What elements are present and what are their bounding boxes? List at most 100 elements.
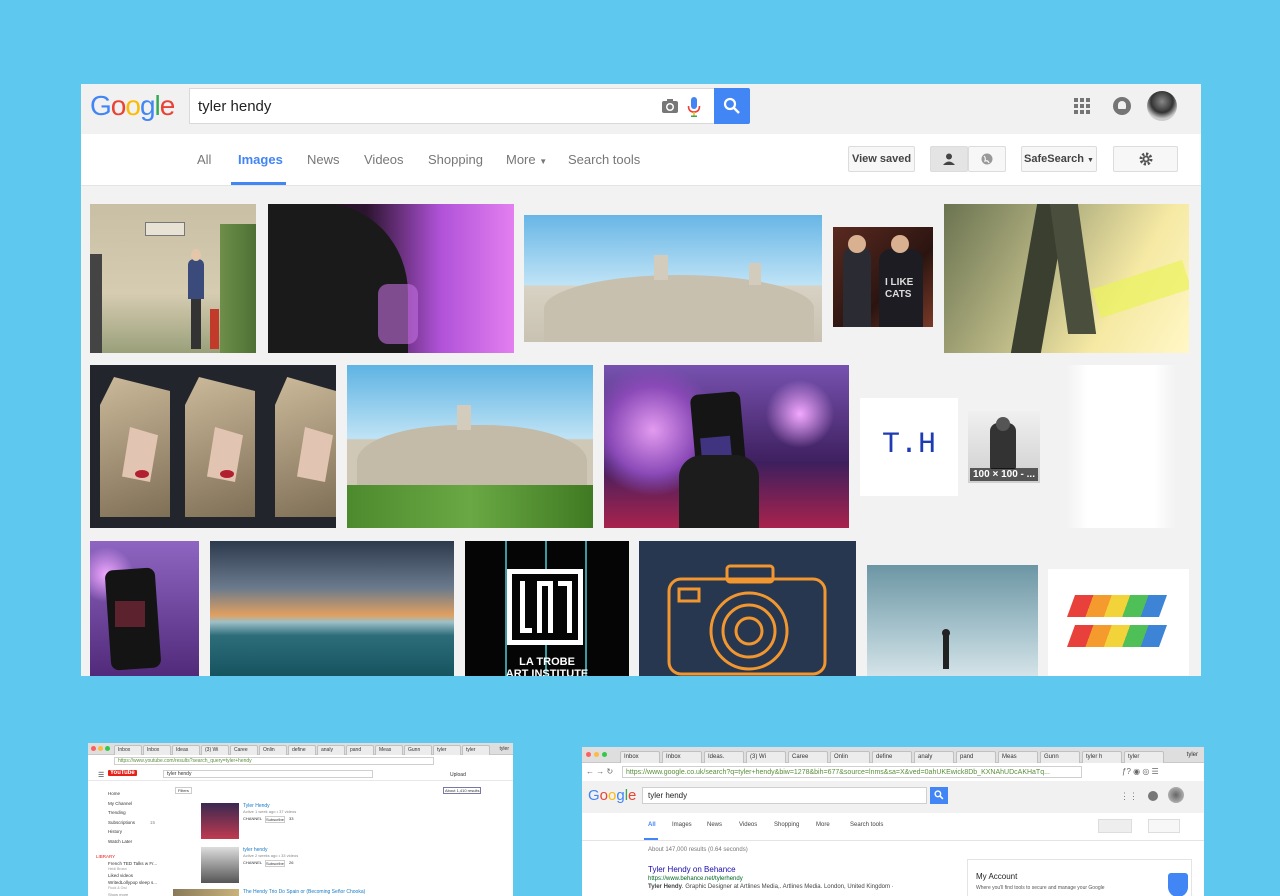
channel-thumbnail[interactable] [201, 847, 239, 883]
browser-tab[interactable]: analy [914, 751, 954, 763]
browser-tab[interactable]: Onlin [259, 745, 287, 755]
avatar[interactable] [1147, 91, 1177, 121]
image-result[interactable] [90, 204, 256, 353]
tab-images[interactable]: Images [672, 822, 692, 828]
video-thumbnail[interactable] [173, 889, 239, 896]
tab-videos[interactable]: Videos [739, 822, 757, 828]
minimize-window-icon[interactable] [594, 752, 599, 757]
camera-icon[interactable] [661, 98, 679, 114]
tab-search-tools[interactable]: Search tools [850, 822, 883, 828]
upload-button[interactable]: Upload [450, 772, 466, 778]
microphone-icon[interactable] [687, 96, 701, 118]
browser-tab[interactable]: tyler [433, 745, 461, 755]
close-window-icon[interactable] [586, 752, 591, 757]
apps-grid-icon[interactable]: ⋮⋮ [1120, 791, 1138, 802]
browser-tab[interactable]: Inbox [620, 751, 660, 763]
browser-tab[interactable]: Ideas [172, 745, 200, 755]
personal-results-toggle[interactable] [1098, 819, 1132, 833]
browser-tab[interactable]: define [288, 745, 316, 755]
browser-tab[interactable]: Gunn [1040, 751, 1080, 763]
global-results-button[interactable] [968, 146, 1006, 172]
tab-videos[interactable]: Videos [364, 152, 404, 167]
tab-all[interactable]: All [648, 822, 656, 828]
tab-news[interactable]: News [707, 822, 722, 828]
sidebar-item[interactable]: Home [108, 791, 120, 796]
browser-tab[interactable]: pand [956, 751, 996, 763]
search-box[interactable]: tyler hendy [189, 88, 715, 124]
settings-button[interactable] [1148, 819, 1180, 833]
search-input[interactable]: tyler hendy [198, 98, 271, 115]
image-result[interactable]: I LIKE CATS [833, 227, 933, 327]
tab-shopping[interactable]: Shopping [774, 822, 799, 828]
browser-tab[interactable]: Meas [375, 745, 403, 755]
filters-button[interactable]: Filters [175, 787, 192, 794]
notifications-icon[interactable] [1113, 97, 1131, 115]
library-item[interactable]: Liked videos [108, 873, 133, 878]
browser-tab[interactable]: Caree [788, 751, 828, 763]
subscribe-button[interactable]: Subscribe [265, 816, 285, 823]
sidebar-item[interactable]: Subscriptions [108, 820, 135, 825]
extension-icons[interactable]: ƒ? ◉ ◎ ☰ [1122, 767, 1159, 776]
browser-tab[interactable]: tyler h [1082, 751, 1122, 763]
sidebar-item[interactable]: My Channel [108, 801, 132, 806]
tab-news[interactable]: News [307, 152, 340, 167]
image-result[interactable] [90, 365, 336, 528]
browser-tab[interactable]: Inbox [114, 745, 142, 755]
browser-tab[interactable]: pand [346, 745, 374, 755]
image-result[interactable]: 100 × 100 - ... [968, 411, 1040, 483]
image-result[interactable] [639, 541, 856, 676]
image-result[interactable] [524, 215, 822, 342]
image-result[interactable] [1066, 365, 1176, 528]
image-result[interactable] [1048, 569, 1189, 676]
youtube-logo[interactable]: YouTube [108, 770, 137, 776]
settings-button[interactable] [1113, 146, 1178, 172]
browser-tab[interactable]: Gunn [404, 745, 432, 755]
close-window-icon[interactable] [91, 746, 96, 751]
image-result[interactable]: T.H [860, 398, 958, 496]
view-saved-button[interactable]: View saved [848, 146, 915, 172]
image-result[interactable] [90, 541, 199, 676]
browser-tab[interactable]: Onlin [830, 751, 870, 763]
sidebar-item[interactable]: Watch Later [108, 839, 132, 844]
address-bar[interactable]: https://www.youtube.com/results?search_q… [114, 757, 434, 765]
image-result[interactable] [944, 204, 1189, 353]
youtube-search-input[interactable]: tyler hendy [163, 770, 373, 778]
image-result[interactable]: LA TROBE ART INSTITUTE [465, 541, 629, 676]
sidebar-item[interactable]: History [108, 829, 122, 834]
tab-shopping[interactable]: Shopping [428, 152, 483, 167]
tab-more[interactable]: More ▼ [506, 152, 547, 167]
library-item[interactable]: WritedLollypop sleep s... [108, 880, 157, 885]
browser-tab[interactable]: Inbox [662, 751, 702, 763]
menu-icon[interactable]: ☰ [98, 771, 104, 779]
safesearch-dropdown[interactable]: SafeSearch ▼ [1021, 146, 1097, 172]
image-result[interactable] [867, 565, 1038, 676]
browser-tab[interactable]: (3) Wi [746, 751, 786, 763]
image-result[interactable] [210, 541, 454, 676]
result-url[interactable]: https://www.behance.net/tylerhendy [648, 876, 743, 882]
result-title-link[interactable]: Tyler Hendy on Behance [648, 865, 736, 874]
minimize-window-icon[interactable] [98, 746, 103, 751]
library-item[interactable]: French TED Talks w Fr... [108, 861, 157, 866]
sidebar-item[interactable]: Trending [108, 810, 126, 815]
image-result[interactable] [268, 204, 514, 353]
google-logo[interactable]: Google [588, 787, 636, 804]
browser-tab[interactable]: Ideas. [704, 751, 744, 763]
subscribe-button[interactable]: Subscribe [265, 860, 285, 867]
browser-tab[interactable]: define [872, 751, 912, 763]
back-forward-reload-icons[interactable]: ← → ↻ [586, 767, 613, 776]
search-input[interactable]: tyler hendy [642, 787, 927, 804]
google-logo[interactable]: Google [90, 90, 175, 122]
personal-results-button[interactable] [930, 146, 968, 172]
browser-tab[interactable]: Caree [230, 745, 258, 755]
apps-grid-icon[interactable] [1074, 98, 1090, 114]
tab-more[interactable]: More [816, 822, 830, 828]
browser-tab[interactable]: tyler [1124, 751, 1164, 763]
tab-images[interactable]: Images [238, 152, 283, 167]
image-result[interactable] [604, 365, 849, 528]
result-title[interactable]: The Hendy Trio Do Spain or (Becoming Señ… [243, 889, 365, 895]
maximize-window-icon[interactable] [105, 746, 110, 751]
show-more-link[interactable]: Show more [108, 892, 128, 896]
tab-search-tools[interactable]: Search tools [568, 152, 640, 167]
channel-thumbnail[interactable] [201, 803, 239, 839]
browser-tab[interactable]: Inbox [143, 745, 171, 755]
